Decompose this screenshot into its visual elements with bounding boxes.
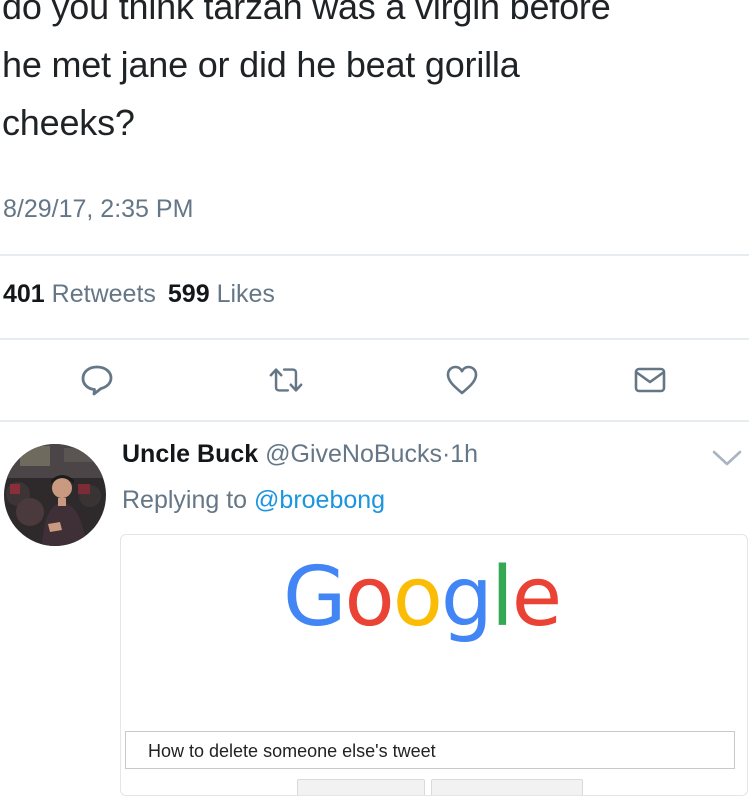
message-icon [634,367,666,393]
more-options-button[interactable] [710,446,744,470]
retweet-icon [269,368,303,392]
chevron-down-icon [712,450,742,466]
logo-letter: o [344,550,395,645]
reply-time[interactable]: 1h [450,440,478,468]
like-count: 599 [167,280,210,308]
like-icon [446,365,478,395]
replying-to: Replying to @broebong [122,486,385,515]
divider [0,338,749,340]
avatar[interactable] [4,444,106,546]
logo-letter: G [283,550,347,645]
replying-mention[interactable]: @broebong [254,486,385,514]
reply-handle[interactable]: @GiveNoBucks [265,440,442,468]
replying-prefix: Replying to [122,486,248,514]
logo-letter: e [511,550,562,645]
retweet-label: Retweets [51,280,156,308]
retweet-count: 401 [3,280,45,308]
reply-display-name[interactable]: Uncle Buck [122,440,258,468]
like-stat[interactable]: 599 Likes [168,280,275,308]
reply-icon [81,365,113,396]
logo-letter: l [490,550,514,645]
avatar-photo [4,444,106,546]
reply-tweet: Uncle Buck @GiveNoBucks·1h Replying to @… [0,422,749,796]
tweet-text-line: cheeks? [2,102,135,143]
retweet-stat[interactable]: 401 Retweets [3,280,156,308]
divider [0,254,749,256]
tweet-stats: 401 Retweets 599 Likes [3,280,275,309]
google-search-box: How to delete someone else's tweet [125,731,735,769]
tweet-text-line: do you think tarzan was a virgin before [2,0,611,27]
attached-image[interactable]: Google How to delete someone else's twee… [120,534,748,796]
reply-button[interactable] [79,362,115,398]
message-button[interactable] [632,362,668,398]
tweet-text: do you think tarzan was a virgin before … [2,0,742,152]
like-label: Likes [216,280,275,308]
like-button[interactable] [444,362,480,398]
retweet-button[interactable] [268,362,304,398]
google-logo: Google [283,557,562,639]
logo-letter: g [440,550,493,645]
logo-letter: o [392,550,443,645]
reply-header: Uncle Buck @GiveNoBucks·1h [122,440,478,469]
tweet-timestamp[interactable]: 8/29/17, 2:35 PM [3,195,193,224]
tweet-text-line: he met jane or did he beat gorilla [2,44,520,85]
